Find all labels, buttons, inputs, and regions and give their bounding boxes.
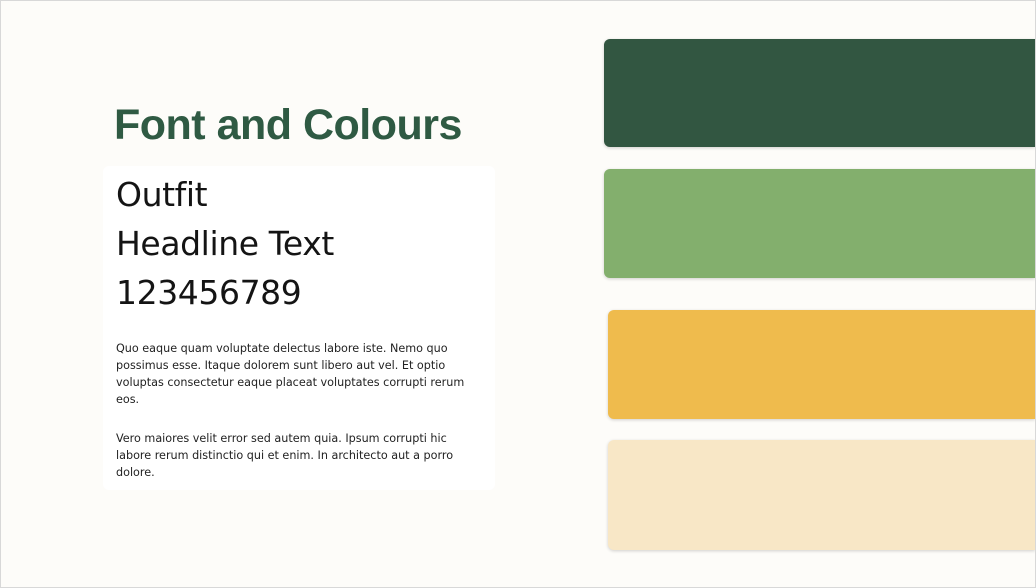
colour-swatch-dark-green bbox=[604, 39, 1035, 147]
body-text-paragraph: Quo eaque quam voluptate delectus labore… bbox=[116, 342, 465, 406]
font-name: Outfit bbox=[116, 175, 208, 214]
headline-sample: Headline Text bbox=[116, 224, 334, 263]
slide: Font and Colours Outfit Headline Text 12… bbox=[0, 0, 1036, 588]
slide-title: Font and Colours bbox=[114, 101, 462, 149]
colour-swatch-cream bbox=[608, 440, 1035, 550]
body-text-paragraph: Vero maiores velit error sed autem quia.… bbox=[116, 432, 454, 479]
colour-swatch-yellow bbox=[608, 310, 1035, 419]
colour-swatch-light-green bbox=[604, 169, 1035, 278]
numeral-sample: 123456789 bbox=[116, 273, 302, 312]
font-sample-card: Outfit Headline Text 123456789 Quo eaque… bbox=[103, 166, 495, 490]
